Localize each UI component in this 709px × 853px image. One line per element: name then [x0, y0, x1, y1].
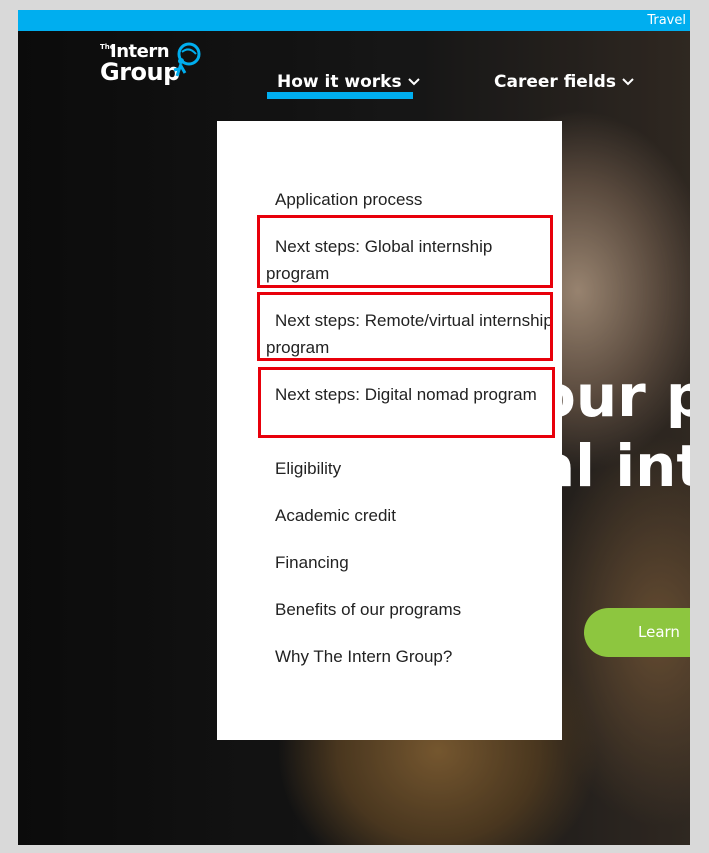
nav-career-fields[interactable]: Career fields [494, 72, 634, 92]
learn-more-button[interactable]: Learn [584, 608, 690, 657]
nav-how-it-works-label: How it works [277, 72, 402, 92]
hero-section: The Intern Group How it works Career fie… [18, 31, 690, 845]
menu-item-financing[interactable]: Financing [275, 549, 555, 576]
menu-item-application-process[interactable]: Application process [275, 186, 555, 213]
menu-item-academic-credit[interactable]: Academic credit [275, 502, 555, 529]
logo-group: Group [100, 58, 180, 86]
intern-group-logo[interactable]: The Intern Group [100, 41, 205, 88]
menu-item-benefits[interactable]: Benefits of our programs [275, 596, 555, 623]
globe-figure-icon [173, 42, 201, 77]
nav-career-fields-label: Career fields [494, 72, 616, 92]
menu-item-next-steps-global[interactable]: Next steps: Global internship program [266, 233, 556, 287]
top-bar: Travel [18, 10, 690, 31]
travel-link[interactable]: Travel [647, 10, 686, 31]
menu-item-eligibility[interactable]: Eligibility [275, 455, 555, 482]
menu-item-why-intern-group[interactable]: Why The Intern Group? [275, 643, 555, 670]
menu-item-next-steps-remote[interactable]: Next steps: Remote/virtual internship pr… [266, 307, 556, 361]
nav-how-it-works[interactable]: How it works [277, 72, 420, 92]
browser-viewport: Travel The Intern Group How it works Car… [18, 10, 690, 845]
chevron-down-icon [407, 78, 420, 86]
active-nav-underline [267, 92, 413, 99]
how-it-works-dropdown-menu: Application process Next steps: Global i… [217, 121, 562, 740]
menu-item-next-steps-digital-nomad[interactable]: Next steps: Digital nomad program [266, 381, 556, 408]
chevron-down-icon [622, 78, 634, 86]
